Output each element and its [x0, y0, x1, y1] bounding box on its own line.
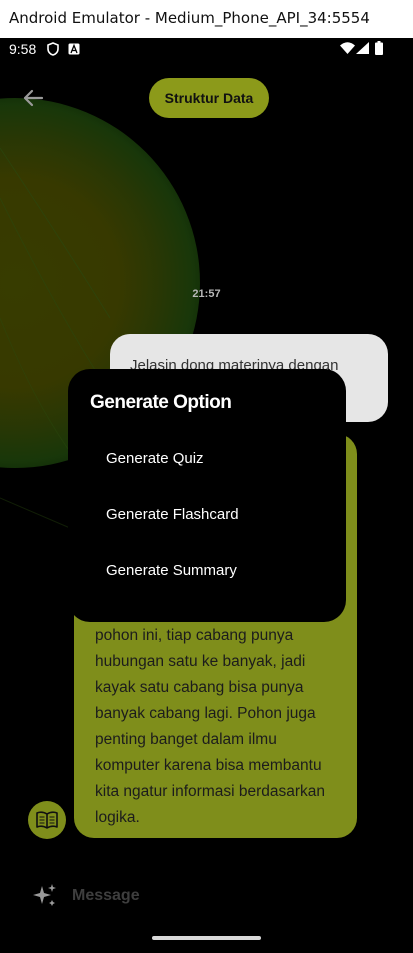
book-icon	[36, 811, 58, 829]
emulator-title-bar: Android Emulator - Medium_Phone_API_34:5…	[0, 0, 413, 39]
signal-icon	[356, 42, 369, 54]
font-icon	[68, 43, 80, 55]
phone-screen: 9:58 Struktur Data 21:57 Jelasin dong ma…	[0, 38, 413, 953]
generate-quiz-option[interactable]: Generate Quiz	[106, 450, 204, 467]
wifi-icon	[340, 42, 355, 54]
sparkle-icon[interactable]	[32, 883, 58, 909]
topic-label: Struktur Data	[164, 90, 254, 106]
message-input-bar: Message	[0, 863, 413, 923]
battery-icon	[375, 41, 383, 55]
bot-message-text: pohon ini, tiap cabang punya hubungan sa…	[95, 627, 326, 826]
message-input[interactable]: Message	[72, 887, 140, 905]
dialog-title: Generate Option	[90, 392, 232, 413]
status-time: 9:58	[9, 41, 37, 57]
book-button[interactable]	[28, 801, 66, 839]
home-indicator[interactable]	[152, 936, 261, 940]
back-arrow-icon[interactable]	[22, 87, 44, 109]
topic-chip[interactable]: Struktur Data	[149, 78, 269, 118]
status-bar: 9:58	[0, 38, 413, 62]
generate-flashcard-option[interactable]: Generate Flashcard	[106, 506, 239, 523]
generate-option-dialog: Generate Option Generate Quiz Generate F…	[68, 369, 346, 622]
generate-summary-option[interactable]: Generate Summary	[106, 562, 237, 579]
shield-icon	[47, 42, 59, 56]
window-title: Android Emulator - Medium_Phone_API_34:5…	[9, 9, 370, 27]
chat-timestamp: 21:57	[192, 288, 221, 300]
